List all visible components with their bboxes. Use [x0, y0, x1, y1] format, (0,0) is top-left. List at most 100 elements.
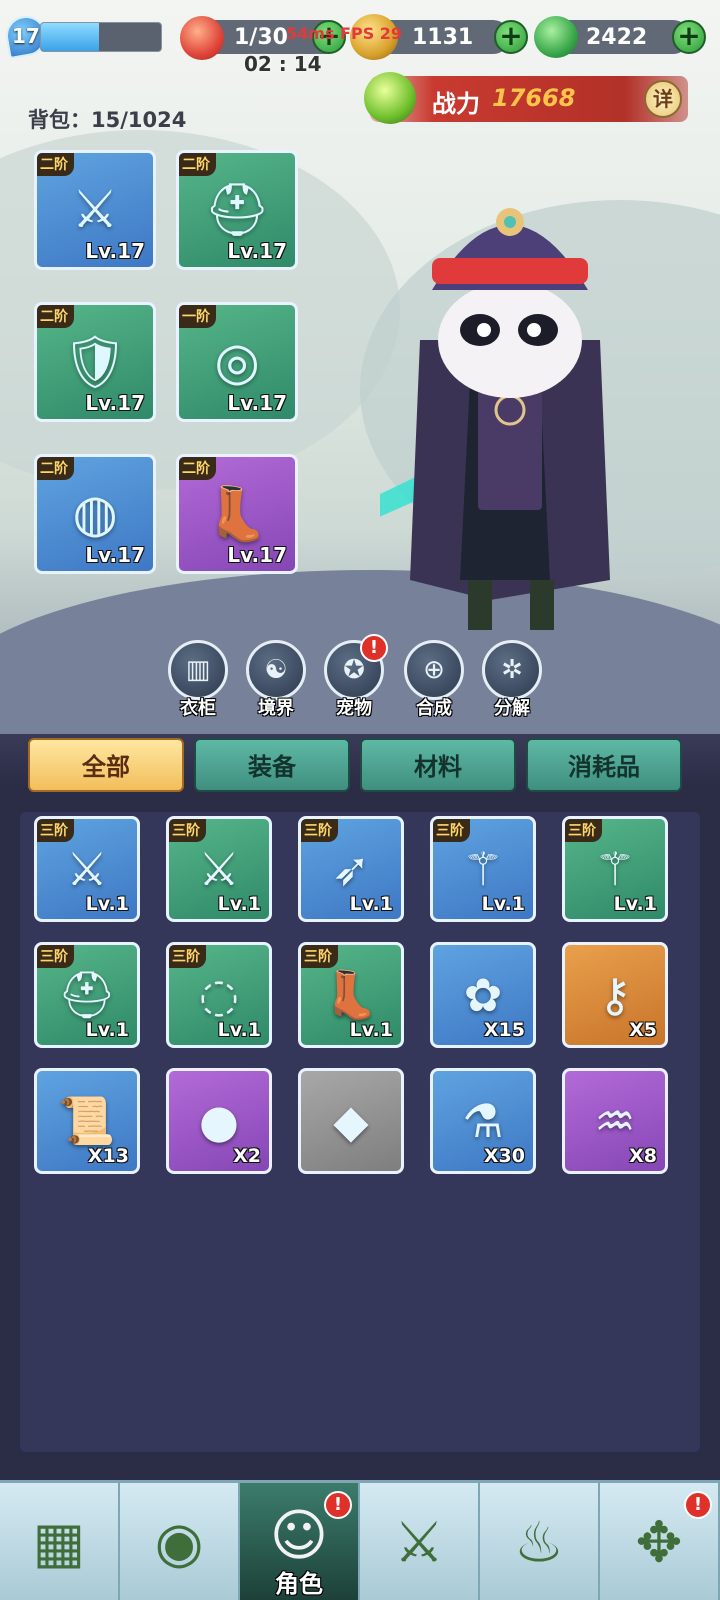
nav-crossed-swords[interactable]: ⚔ — [360, 1483, 480, 1600]
equip-slot[interactable]: ⚔ 二阶 Lv.17 — [34, 150, 156, 270]
bottom-nav: ▦ ◉ ☺ 角色! ⚔ ♨ ✥! — [0, 1480, 720, 1600]
function-button[interactable]: ☯ 境界 — [240, 640, 312, 720]
item-level: Lv.17 — [85, 391, 145, 415]
staff-icon: ⚚ — [594, 842, 636, 896]
peach-stamina-icon — [180, 16, 224, 60]
item-badge: Lv.1 — [349, 1019, 393, 1041]
equip-slot[interactable]: 👢 二阶 Lv.17 — [176, 454, 298, 574]
jade-shard-icon: ◆ — [333, 1094, 369, 1148]
item-level: Lv.17 — [85, 543, 145, 567]
item-level: Lv.17 — [227, 543, 287, 567]
tab-0[interactable]: 全部 — [28, 738, 184, 792]
helmet-icon: ⛑ — [203, 180, 271, 241]
nav-gourd[interactable]: ♨ — [480, 1483, 600, 1600]
inventory-item[interactable]: ⚔ 三阶 Lv.1 — [34, 816, 140, 922]
item-level: Lv.17 — [227, 391, 287, 415]
inventory-item[interactable]: ⚔ 三阶 Lv.1 — [166, 816, 272, 922]
inventory-item[interactable]: ⚚ 三阶 Lv.1 — [430, 816, 536, 922]
inventory-item[interactable]: ⚗ X30 — [430, 1068, 536, 1174]
inventory-item[interactable]: 📜 X13 — [34, 1068, 140, 1174]
power-value: 17668 — [492, 84, 576, 112]
tier-badge: 一阶 — [179, 305, 216, 328]
function-button[interactable]: ✪ 宠物! — [318, 634, 390, 720]
nav-character[interactable]: ☺ 角色! — [240, 1483, 360, 1600]
item-badge: Lv.1 — [613, 893, 657, 915]
function-button[interactable]: ⊕ 合成 — [398, 640, 470, 720]
inventory-item[interactable]: ➶ 三阶 Lv.1 — [298, 816, 404, 922]
nav-label: 角色 — [275, 1570, 323, 1598]
countdown-timer: 02 : 14 — [244, 52, 322, 76]
alert-badge: ! — [324, 1491, 352, 1519]
inventory-item[interactable]: ⚚ 三阶 Lv.1 — [562, 816, 668, 922]
function-button[interactable]: ▥ 衣柜 — [162, 640, 234, 720]
bag-label: 背包： — [28, 108, 91, 132]
tier-badge: 二阶 — [37, 457, 74, 480]
item-badge: Lv.1 — [481, 893, 525, 915]
alert-badge: ! — [360, 634, 388, 662]
tab-2[interactable]: 材料 — [360, 738, 516, 792]
bag-count: 15/1024 — [91, 108, 187, 132]
xp-bar — [40, 22, 162, 52]
equip-slot[interactable]: ◍ 二阶 Lv.17 — [34, 454, 156, 574]
function-label: 合成 — [416, 698, 452, 719]
sword-icon: ⚔ — [71, 180, 119, 240]
equip-slot[interactable]: 🛡 二阶 Lv.17 — [34, 302, 156, 422]
tier-badge: 三阶 — [169, 945, 206, 968]
item-badge: Lv.1 — [217, 893, 261, 915]
equip-slot[interactable]: ⛑ 二阶 Lv.17 — [176, 150, 298, 270]
tab-3[interactable]: 消耗品 — [526, 738, 682, 792]
inventory-item[interactable]: ⚷ X5 — [562, 942, 668, 1048]
combat-power-banner: 战力 17668 详 — [364, 72, 688, 124]
tier-badge: 二阶 — [37, 305, 74, 328]
inventory-item[interactable]: 👢 三阶 Lv.1 — [298, 942, 404, 1048]
add-coins-button[interactable]: + — [494, 20, 528, 54]
realm-icon: ☯ — [246, 640, 306, 700]
function-label: 境界 — [258, 698, 294, 719]
inventory-item[interactable]: ◌ 三阶 Lv.1 — [166, 942, 272, 1048]
equip-slot[interactable]: ◎ 一阶 Lv.17 — [176, 302, 298, 422]
ring-icon: ◌ — [198, 968, 240, 1022]
nav-frog-coin[interactable]: ◉ — [120, 1483, 240, 1600]
alert-badge: ! — [684, 1491, 712, 1519]
tier-badge: 三阶 — [37, 945, 74, 968]
lotus-icon: ✿ — [463, 968, 503, 1022]
inventory-item[interactable]: ◆ — [298, 1068, 404, 1174]
potion-icon: ⚗ — [462, 1094, 504, 1148]
coins-value: 1131 — [412, 24, 474, 50]
tier-badge: 三阶 — [37, 819, 74, 842]
add-jade-button[interactable]: + — [672, 20, 706, 54]
tier-badge: 三阶 — [565, 819, 602, 842]
inventory-item[interactable]: ✿ X15 — [430, 942, 536, 1048]
crossbow-icon: ➶ — [331, 842, 371, 896]
inventory-item[interactable]: ⛑ 三阶 Lv.1 — [34, 942, 140, 1048]
item-badge: Lv.1 — [85, 1019, 129, 1041]
inventory-item[interactable]: ♒ X8 — [562, 1068, 668, 1174]
armor-icon: 🛡 — [61, 332, 129, 393]
sword-icon: ⚔ — [66, 842, 108, 896]
function-button[interactable]: ✲ 分解 — [476, 640, 548, 720]
top-status-bar: 17 1/30 + 1131 + 2422 + 54ms FPS 29 02 :… — [0, 0, 720, 80]
nav-paw-shield[interactable]: ✥! — [600, 1483, 720, 1600]
tab-1[interactable]: 装备 — [194, 738, 350, 792]
belt-icon: ◎ — [214, 332, 260, 392]
inventory-grid: ⚔ 三阶 Lv.1 ⚔ 三阶 Lv.1 ➶ 三阶 Lv.1 ⚚ 三阶 Lv.1 ⚚ 三阶 Lv.1 ⛑ 三阶 Lv… — [20, 812, 700, 1452]
xp-bar-fill — [41, 23, 99, 51]
item-badge: X30 — [483, 1145, 525, 1167]
function-label: 衣柜 — [180, 698, 216, 719]
crossed-swords-icon: ⚔ — [393, 1510, 445, 1576]
tier-badge: 二阶 — [179, 457, 216, 480]
jade-value: 2422 — [586, 24, 648, 50]
tier-badge: 三阶 — [301, 945, 338, 968]
item-badge: Lv.1 — [349, 893, 393, 915]
power-detail-button[interactable]: 详 — [644, 80, 682, 118]
item-badge: X2 — [233, 1145, 261, 1167]
character-avatar[interactable] — [380, 140, 640, 640]
boots-icon: 👢 — [322, 967, 380, 1022]
frog-coin-icon: ◉ — [154, 1510, 204, 1576]
nav-map[interactable]: ▦ — [0, 1483, 120, 1600]
decompose-icon: ✲ — [482, 640, 542, 700]
item-badge: X5 — [629, 1019, 657, 1041]
synthesis-icon: ⊕ — [404, 640, 464, 700]
item-badge: X13 — [87, 1145, 129, 1167]
inventory-item[interactable]: ● X2 — [166, 1068, 272, 1174]
